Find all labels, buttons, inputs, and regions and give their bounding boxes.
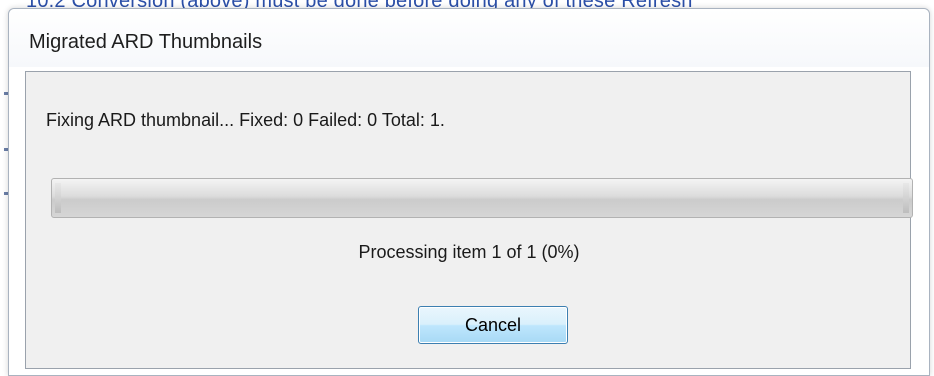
dialog-client-area: Fixing ARD thumbnail... Fixed: 0 Failed:… xyxy=(25,71,913,369)
progress-label: Processing item 1 of 1 (0%) xyxy=(358,242,580,262)
progress-bar-right-cap xyxy=(903,183,909,213)
dialog-titlebar[interactable]: Migrated ARD Thumbnails xyxy=(9,9,929,67)
progress-dialog: Migrated ARD Thumbnails Fixing ARD thumb… xyxy=(8,8,930,376)
progress-bar xyxy=(51,178,913,218)
dialog-title: Migrated ARD Thumbnails xyxy=(29,31,263,53)
cancel-button[interactable]: Cancel xyxy=(418,306,568,344)
progress-bar-left-cap xyxy=(55,183,61,213)
status-text: Fixing ARD thumbnail... Fixed: 0 Failed:… xyxy=(46,110,445,130)
